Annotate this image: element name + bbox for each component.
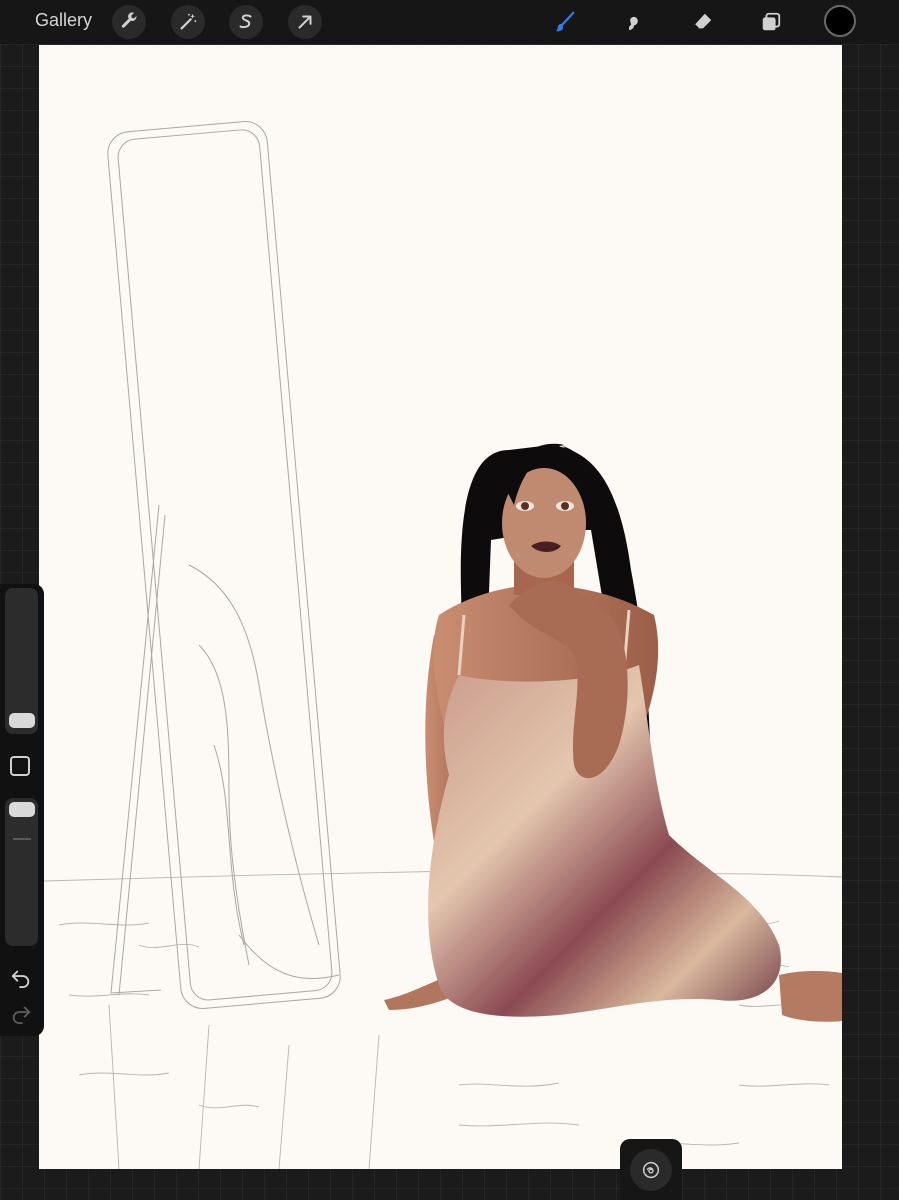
smudge-icon: [628, 16, 638, 31]
redo-button[interactable]: [10, 1002, 32, 1024]
brush-tool-button[interactable]: [548, 5, 582, 39]
eraser-tool-button[interactable]: [686, 5, 720, 39]
transform-button[interactable]: [288, 5, 322, 39]
selection-s-icon: [239, 14, 252, 29]
adjustments-button[interactable]: [171, 5, 205, 39]
left-sidebar: [0, 584, 44, 1036]
selection-button[interactable]: [229, 5, 263, 39]
redo-icon: [12, 1006, 31, 1024]
actions-button[interactable]: [112, 5, 146, 39]
drawing-canvas[interactable]: [39, 45, 842, 1169]
brush-size-knob[interactable]: [9, 713, 35, 728]
gallery-button[interactable]: Gallery: [35, 10, 92, 31]
top-toolbar: Gallery: [0, 0, 899, 44]
layers-button[interactable]: [754, 5, 788, 39]
layers-icon: [762, 12, 781, 31]
magic-wand-icon: [180, 13, 197, 30]
quickmenu-button[interactable]: [630, 1148, 672, 1191]
undo-button[interactable]: [10, 966, 32, 988]
quickmenu-tab[interactable]: [620, 1139, 682, 1200]
brush-icon: [555, 11, 575, 32]
color-picker-button[interactable]: [824, 5, 856, 37]
brush-size-slider[interactable]: [5, 588, 38, 734]
woman-figure: [384, 443, 842, 1022]
slider-tick: [13, 838, 31, 840]
quickshape-icon: [642, 1161, 660, 1178]
wrench-icon: [121, 12, 137, 28]
smudge-tool-button[interactable]: [616, 5, 650, 39]
eraser-icon: [694, 13, 712, 29]
modify-button[interactable]: [10, 756, 30, 776]
opacity-knob[interactable]: [9, 802, 35, 817]
artwork: [43, 121, 842, 1169]
undo-icon: [11, 970, 30, 988]
mirror-sketch: [107, 121, 341, 1009]
transform-arrow-icon: [298, 15, 312, 29]
opacity-slider[interactable]: [5, 798, 38, 946]
